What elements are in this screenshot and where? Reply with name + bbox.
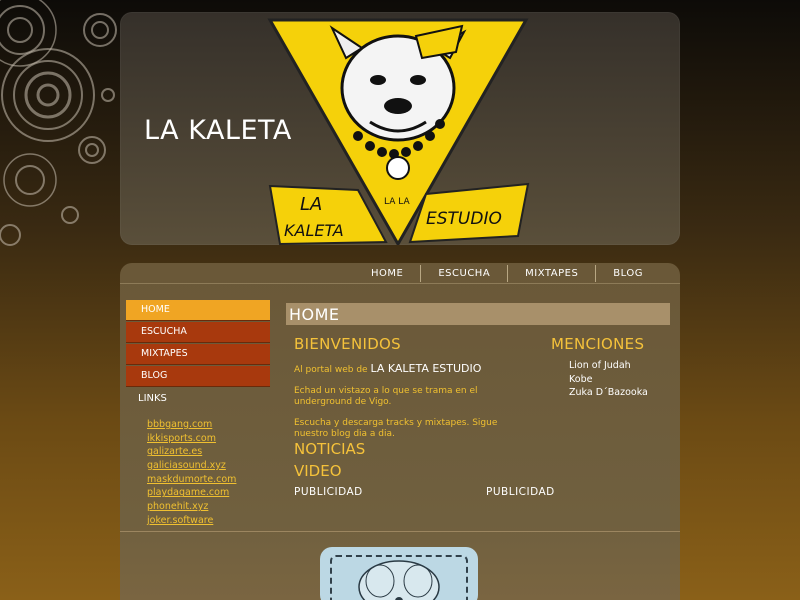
publicidad-label: PUBLICIDAD bbox=[486, 486, 555, 498]
sidenav-mixtapes[interactable]: MIXTAPES bbox=[126, 344, 270, 365]
noticias-heading: NOTICIAS bbox=[294, 440, 366, 458]
menciones-column: MENCIONES Lion of Judah Kobe Zuka D´Bazo… bbox=[551, 335, 671, 400]
top-nav: HOME ESCUCHA MIXTAPES BLOG bbox=[354, 265, 660, 285]
svg-text:LA: LA bbox=[300, 194, 322, 215]
pitbull-logo-icon: LA KALETA LA LA ESTUDIO bbox=[267, 18, 530, 245]
topnav-mixtapes[interactable]: MIXTAPES bbox=[507, 265, 595, 282]
footer-image bbox=[320, 547, 478, 600]
topnav-blog[interactable]: BLOG bbox=[595, 265, 660, 282]
link-item[interactable]: ikkisports.com bbox=[147, 432, 236, 446]
mention-item: Lion of Judah bbox=[569, 360, 631, 371]
intro-text: Al portal web de LA KALETA ESTUDIO bbox=[294, 362, 482, 375]
site-header: LA KALETA LA KALETA LA LA ESTUDIO bbox=[120, 12, 680, 245]
link-item[interactable]: maskdumorte.com bbox=[147, 473, 236, 487]
menciones-heading: MENCIONES bbox=[551, 335, 645, 353]
bienvenidos-heading: BIENVENIDOS bbox=[294, 335, 401, 353]
footer-divider bbox=[120, 531, 680, 532]
welcome-column: BIENVENIDOS Al portal web de LA KALETA E… bbox=[294, 335, 504, 440]
svg-text:ESTUDIO: ESTUDIO bbox=[426, 209, 502, 229]
topnav-escucha[interactable]: ESCUCHA bbox=[420, 265, 507, 282]
paragraph-escucha: Escucha y descarga tracks y mixtapes. Si… bbox=[294, 418, 498, 439]
mention-item: Zuka D´Bazooka bbox=[569, 387, 648, 398]
publicidad-label: PUBLICIDAD bbox=[294, 486, 363, 498]
paragraph-underground: Echad un vistazo a lo que se trama en el… bbox=[294, 386, 478, 407]
svg-text:KALETA: KALETA bbox=[284, 221, 344, 240]
link-item[interactable]: galiciasound.xyz bbox=[147, 459, 236, 473]
nav-divider bbox=[120, 283, 680, 284]
sidenav-home[interactable]: HOME bbox=[126, 300, 270, 321]
main-panel: HOME ESCUCHA MIXTAPES BLOG HOME ESCUCHA … bbox=[120, 263, 680, 600]
link-item[interactable]: joker.software bbox=[147, 514, 236, 528]
side-nav: HOME ESCUCHA MIXTAPES BLOG bbox=[126, 300, 270, 388]
sidenav-blog[interactable]: BLOG bbox=[126, 366, 270, 387]
links-title: LINKS bbox=[138, 393, 167, 404]
link-item[interactable]: playdagame.com bbox=[147, 486, 236, 500]
link-item[interactable]: bbbgang.com bbox=[147, 418, 236, 432]
content-area: HOME BIENVENIDOS Al portal web de LA KAL… bbox=[286, 303, 670, 498]
elephant-icon bbox=[358, 560, 440, 600]
video-heading: VIDEO bbox=[294, 462, 342, 480]
link-item[interactable]: phonehit.xyz bbox=[147, 500, 236, 514]
studio-name: LA KALETA ESTUDIO bbox=[370, 362, 482, 375]
svg-text:LA LA: LA LA bbox=[384, 197, 410, 207]
sidenav-escucha[interactable]: ESCUCHA bbox=[126, 322, 270, 343]
topnav-home[interactable]: HOME bbox=[354, 265, 420, 282]
mention-item: Kobe bbox=[569, 373, 593, 385]
link-item[interactable]: galizarte.es bbox=[147, 445, 236, 459]
links-list: bbbgang.com ikkisports.com galizarte.es … bbox=[147, 418, 236, 528]
page-header: HOME bbox=[286, 303, 670, 325]
